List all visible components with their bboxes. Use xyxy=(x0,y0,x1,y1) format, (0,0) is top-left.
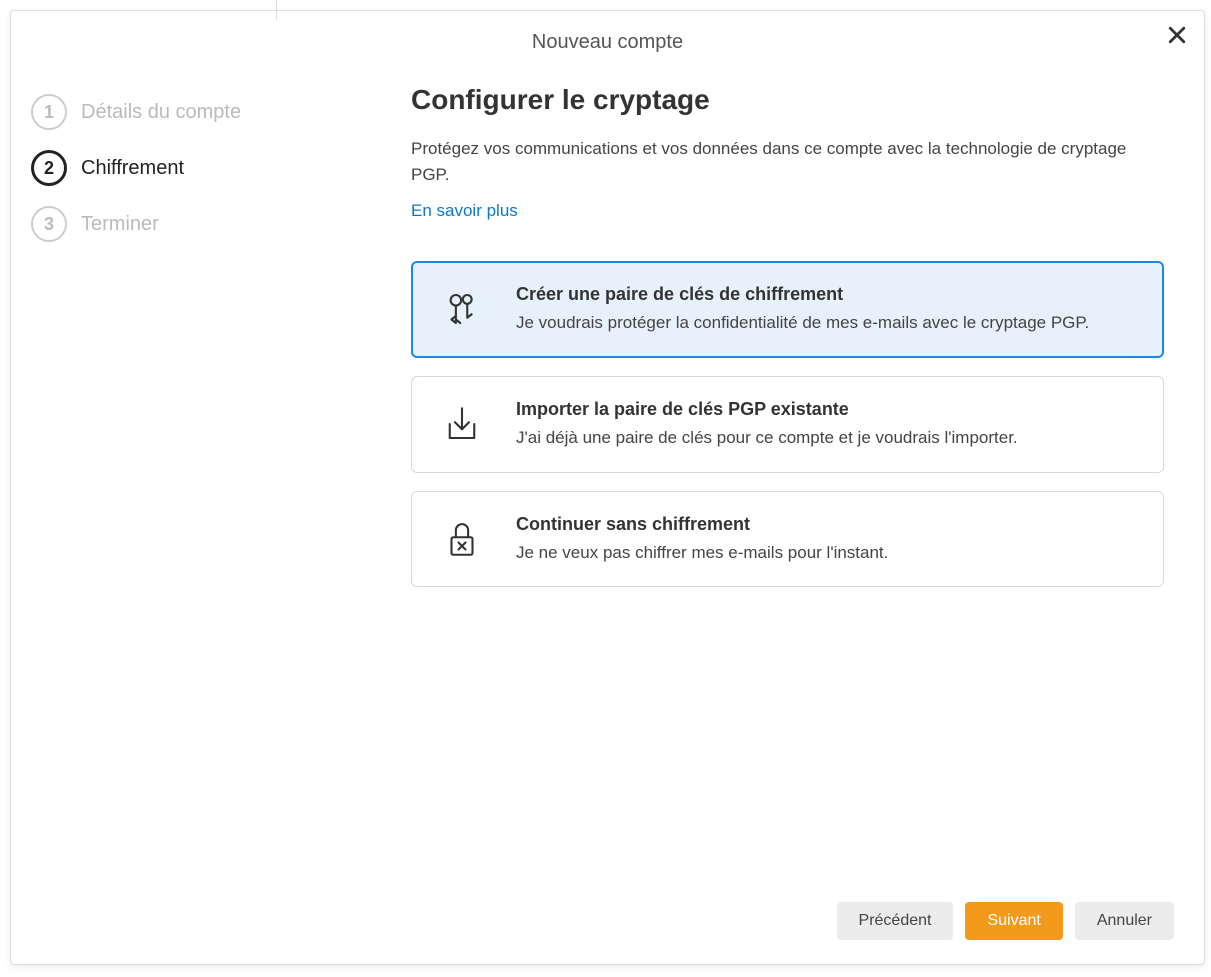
page-description: Protégez vos communications et vos donné… xyxy=(411,136,1164,187)
page-title: Configurer le cryptage xyxy=(411,84,1164,116)
step-label: Détails du compte xyxy=(81,101,241,124)
new-account-dialog: Nouveau compte 1 Détails du compte 2 Chi… xyxy=(10,10,1205,965)
step-finish[interactable]: 3 Terminer xyxy=(31,196,281,252)
close-icon[interactable] xyxy=(1168,25,1186,49)
option-no-encryption[interactable]: Continuer sans chiffrement Je ne veux pa… xyxy=(411,491,1164,588)
cancel-button[interactable]: Annuler xyxy=(1075,902,1174,940)
option-desc: Je voudrais protéger la confidentialité … xyxy=(516,311,1137,335)
dialog-body: 1 Détails du compte 2 Chiffrement 3 Term… xyxy=(11,64,1204,882)
step-account-details[interactable]: 1 Détails du compte xyxy=(31,84,281,140)
keys-icon xyxy=(438,285,486,333)
main-content: Configurer le cryptage Protégez vos comm… xyxy=(291,64,1204,882)
encryption-options: Créer une paire de clés de chiffrement J… xyxy=(411,261,1164,587)
next-button[interactable]: Suivant xyxy=(965,902,1062,940)
option-title: Créer une paire de clés de chiffrement xyxy=(516,284,1137,305)
option-text: Importer la paire de clés PGP existante … xyxy=(516,399,1137,450)
step-encryption[interactable]: 2 Chiffrement xyxy=(31,140,281,196)
option-title: Importer la paire de clés PGP existante xyxy=(516,399,1137,420)
back-button[interactable]: Précédent xyxy=(837,902,954,940)
option-text: Continuer sans chiffrement Je ne veux pa… xyxy=(516,514,1137,565)
option-desc: Je ne veux pas chiffrer mes e-mails pour… xyxy=(516,541,1137,565)
step-label: Terminer xyxy=(81,213,159,236)
step-number: 3 xyxy=(31,206,67,242)
option-text: Créer une paire de clés de chiffrement J… xyxy=(516,284,1137,335)
dialog-footer: Précédent Suivant Annuler xyxy=(11,882,1204,964)
learn-more-link[interactable]: En savoir plus xyxy=(411,201,518,221)
step-number: 1 xyxy=(31,94,67,130)
option-title: Continuer sans chiffrement xyxy=(516,514,1137,535)
option-import-keypair[interactable]: Importer la paire de clés PGP existante … xyxy=(411,376,1164,473)
dialog-header: Nouveau compte xyxy=(11,11,1204,64)
option-create-keypair[interactable]: Créer une paire de clés de chiffrement J… xyxy=(411,261,1164,358)
step-number: 2 xyxy=(31,150,67,186)
lock-disabled-icon xyxy=(438,515,486,563)
steps-sidebar: 1 Détails du compte 2 Chiffrement 3 Term… xyxy=(11,64,291,882)
step-label: Chiffrement xyxy=(81,157,184,180)
dialog-title: Nouveau compte xyxy=(11,31,1204,54)
option-desc: J'ai déjà une paire de clés pour ce comp… xyxy=(516,426,1137,450)
import-icon xyxy=(438,400,486,448)
